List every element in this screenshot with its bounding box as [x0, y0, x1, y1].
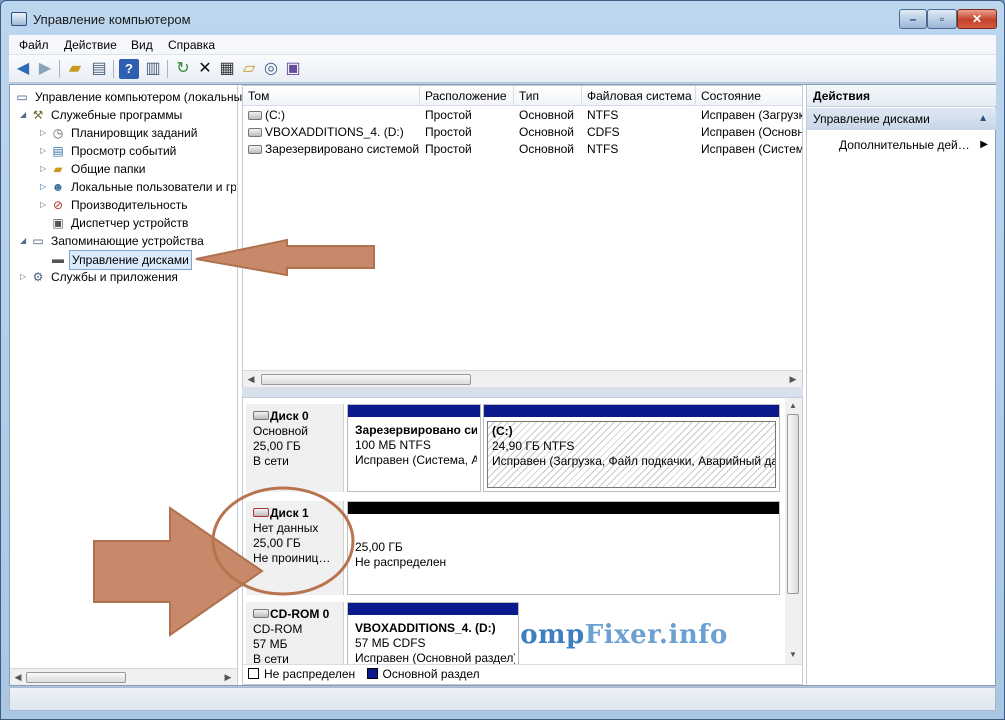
annotation-overlay	[93, 238, 375, 637]
annotation-circle	[211, 486, 355, 596]
annotation-arrow-right	[93, 506, 264, 637]
annotation-arrow-left	[195, 238, 375, 277]
